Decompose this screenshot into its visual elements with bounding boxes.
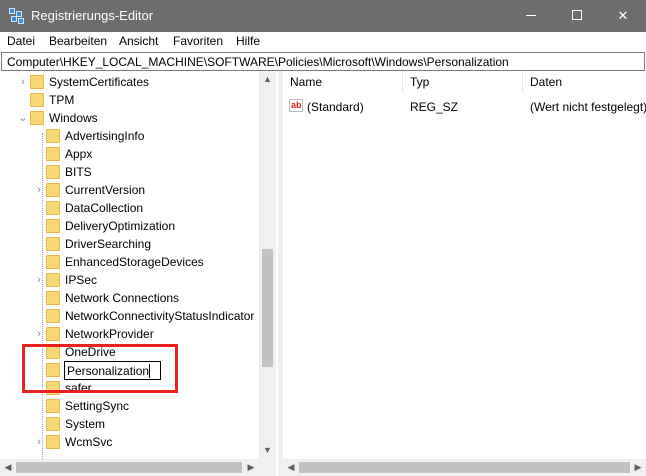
tree-item-label: NetworkProvider (65, 327, 154, 341)
expand-chevron-icon[interactable]: › (16, 73, 30, 91)
scrollbar-corner (259, 459, 276, 476)
tree-item-label: TPM (49, 93, 75, 107)
folder-icon (46, 219, 60, 233)
menu-bearbeiten[interactable]: Bearbeiten (49, 34, 107, 48)
scroll-left-arrow-icon[interactable]: ◀ (283, 459, 299, 476)
value-data: (Wert nicht festgelegt) (530, 100, 646, 114)
window-title: Registrierungs-Editor (31, 8, 154, 23)
folder-icon (46, 309, 60, 323)
expand-chevron-icon[interactable]: › (32, 433, 46, 451)
tree-item-label: Appx (65, 147, 93, 161)
scroll-down-arrow-icon[interactable]: ▼ (259, 442, 276, 459)
red-highlight-annotation (22, 344, 178, 393)
tree-item-label: NetworkConnectivityStatusIndicator (65, 309, 255, 323)
scroll-up-arrow-icon[interactable]: ▲ (259, 71, 276, 88)
tree-item-label: BITS (65, 165, 92, 179)
menu-favoriten[interactable]: Favoriten (173, 34, 223, 48)
folder-icon (46, 327, 60, 341)
folder-icon (46, 273, 60, 287)
tree-item-label: System (65, 417, 106, 431)
minimize-button[interactable] (508, 0, 554, 32)
folder-icon (30, 111, 44, 125)
tree-item-label: DataCollection (65, 201, 144, 215)
folder-icon (46, 255, 60, 269)
close-icon: ✕ (617, 8, 629, 23)
folder-icon (46, 399, 60, 413)
tree-item-label: Network Connections (65, 291, 180, 305)
address-bar[interactable]: Computer\HKEY_LOCAL_MACHINE\SOFTWARE\Pol… (1, 52, 645, 71)
folder-icon (46, 165, 60, 179)
scroll-right-arrow-icon[interactable]: ▶ (243, 459, 259, 476)
title-bar[interactable]: Registrierungs-Editor ✕ (0, 0, 646, 32)
minimize-icon (526, 15, 536, 16)
folder-icon (46, 291, 60, 305)
tree-item-label: DriverSearching (65, 237, 152, 251)
menu-hilfe[interactable]: Hilfe (236, 34, 260, 48)
expand-chevron-icon[interactable]: › (32, 325, 46, 343)
tree-vertical-scroll-thumb[interactable] (262, 249, 273, 367)
column-header-data[interactable]: Daten (523, 71, 646, 92)
folder-icon (30, 93, 44, 107)
value-type: REG_SZ (410, 100, 459, 114)
folder-icon (46, 147, 60, 161)
folder-icon (46, 417, 60, 431)
menu-ansicht[interactable]: Ansicht (119, 34, 158, 48)
string-value-icon: ab (289, 99, 303, 112)
close-button[interactable]: ✕ (600, 0, 646, 32)
maximize-icon (572, 10, 582, 20)
tree-item-label: SystemCertificates (49, 75, 150, 89)
address-path[interactable]: Computer\HKEY_LOCAL_MACHINE\SOFTWARE\Pol… (7, 55, 509, 69)
folder-icon (46, 435, 60, 449)
folder-icon (46, 237, 60, 251)
tree-item-label: IPSec (65, 273, 98, 287)
regedit-icon (9, 8, 25, 24)
tree-item-label: AdvertisingInfo (65, 129, 145, 143)
folder-icon (46, 201, 60, 215)
value-name: (Standard) (307, 100, 364, 114)
collapse-chevron-icon[interactable]: ⌄ (16, 109, 30, 127)
tree-horizontal-scrollbar[interactable]: ◀ ▶ (0, 459, 259, 476)
tree-item-label: CurrentVersion (65, 183, 146, 197)
tree-item-label: SettingSync (65, 399, 130, 413)
key-tree[interactable]: › SystemCertificates TPM ⌄ Windows Adver… (0, 71, 278, 476)
tree-horizontal-scroll-thumb[interactable] (16, 462, 242, 473)
menu-datei[interactable]: Datei (7, 34, 35, 48)
folder-icon (46, 183, 60, 197)
value-row[interactable]: ab (Standard) REG_SZ (Wert nicht festgel… (283, 97, 646, 115)
tree-item-label: Windows (49, 111, 98, 125)
tree-item-label: WcmSvc (65, 435, 113, 449)
list-horizontal-scrollbar[interactable]: ◀ ▶ (283, 459, 646, 476)
menu-bar: Datei Bearbeiten Ansicht Favoriten Hilfe (0, 32, 646, 52)
tree-item-label: DeliveryOptimization (65, 219, 176, 233)
expand-chevron-icon[interactable]: › (32, 271, 46, 289)
scroll-right-arrow-icon[interactable]: ▶ (630, 459, 646, 476)
expand-chevron-icon[interactable]: › (32, 181, 46, 199)
maximize-button[interactable] (554, 0, 600, 32)
scroll-left-arrow-icon[interactable]: ◀ (0, 459, 16, 476)
column-header-name[interactable]: Name (283, 71, 403, 92)
list-horizontal-scroll-thumb[interactable] (299, 462, 630, 473)
values-list[interactable]: Name Typ Daten ab (Standard) REG_SZ (Wer… (283, 71, 646, 476)
column-header-type[interactable]: Typ (403, 71, 523, 92)
tree-item-label: EnhancedStorageDevices (65, 255, 204, 269)
folder-icon (46, 129, 60, 143)
tree-vertical-scrollbar[interactable]: ▲ ▼ (259, 71, 276, 459)
folder-icon (30, 75, 44, 89)
